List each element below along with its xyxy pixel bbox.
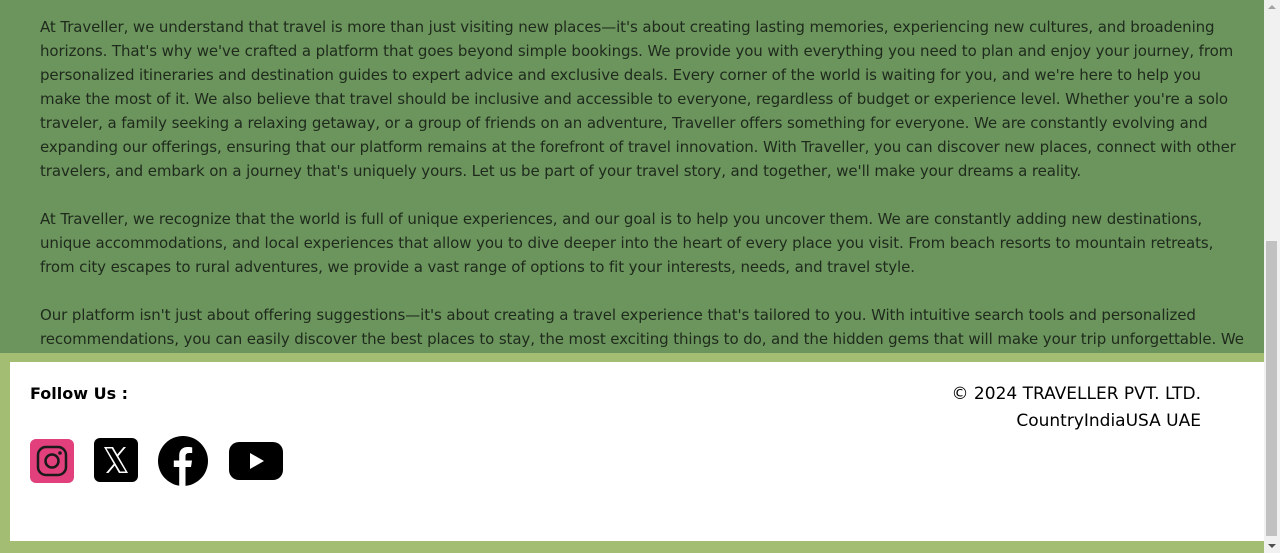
x-twitter-icon[interactable] — [94, 438, 138, 482]
about-paragraph-3: Our platform isn't just about offering s… — [40, 306, 1244, 348]
follow-us-label: Follow Us : — [30, 384, 129, 403]
page-viewport: At Traveller, we understand that travel … — [0, 0, 1264, 553]
scroll-up-arrow-icon[interactable] — [1268, 5, 1276, 9]
youtube-icon[interactable] — [229, 442, 283, 480]
copyright-text: © 2024 TRAVELLER PVT. LTD. — [951, 384, 1201, 404]
scrollbar-thumb[interactable] — [1266, 241, 1277, 536]
instagram-icon[interactable] — [30, 439, 74, 483]
about-paragraph-1: At Traveller, we understand that travel … — [40, 18, 1236, 180]
countries-text: CountryIndiaUSA UAE — [1016, 411, 1201, 431]
facebook-icon[interactable] — [158, 436, 208, 486]
about-paragraph-2: At Traveller, we recognize that the worl… — [40, 210, 1214, 276]
scroll-down-arrow-icon[interactable] — [1268, 544, 1276, 548]
site-footer: Follow Us : © 2024 TRAVELLER PVT. LTD. C… — [10, 362, 1264, 541]
vertical-scrollbar[interactable] — [1264, 0, 1280, 553]
about-section: At Traveller, we understand that travel … — [0, 0, 1264, 353]
